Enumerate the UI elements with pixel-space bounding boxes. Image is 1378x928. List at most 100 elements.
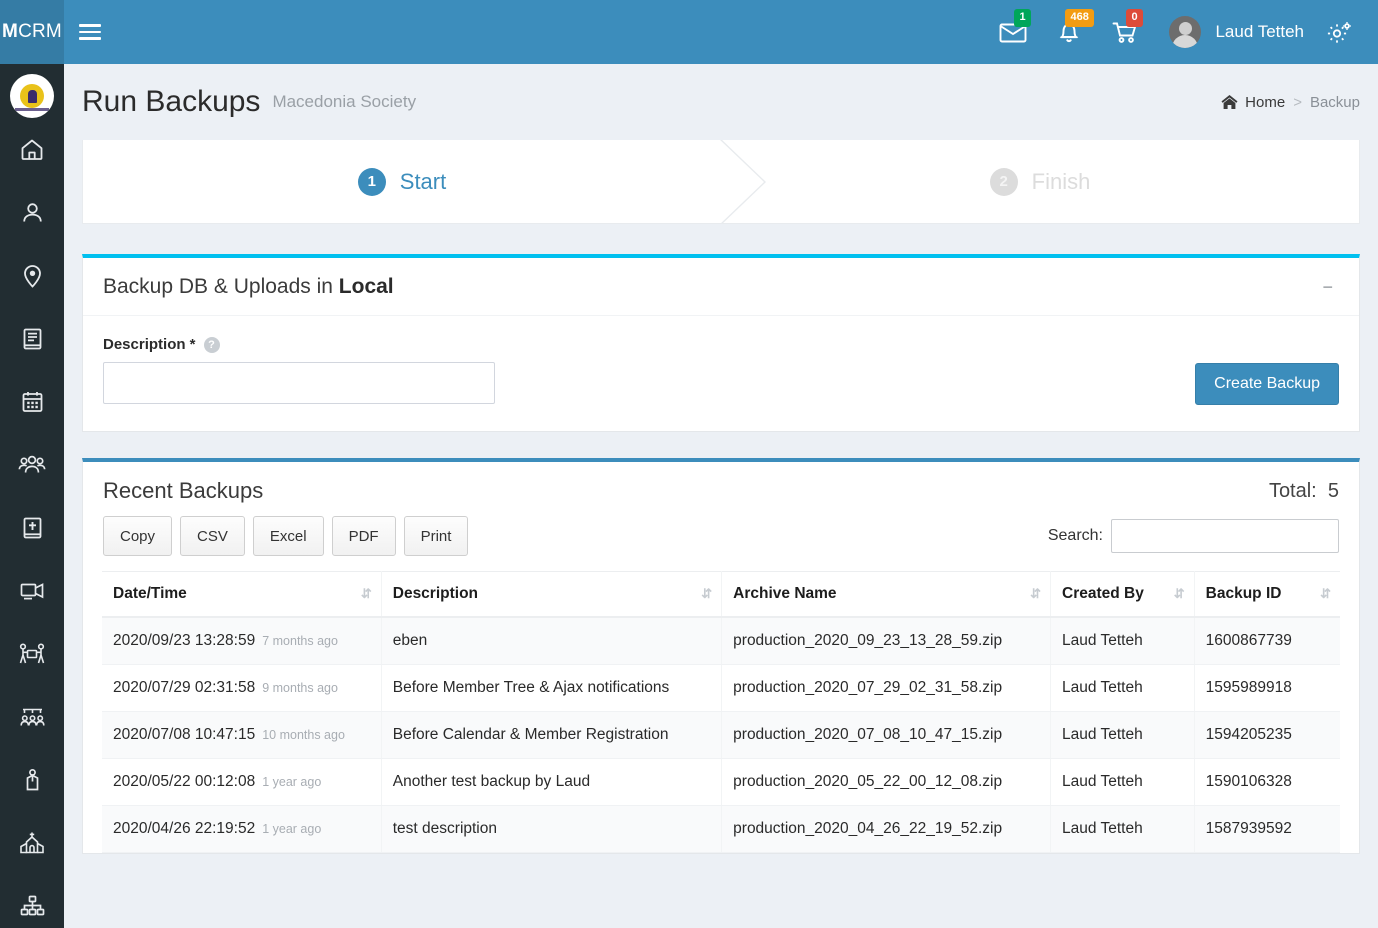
- description-label: Description * ?: [103, 336, 495, 353]
- notifications-badge: 468: [1065, 9, 1094, 27]
- gears-icon: [1327, 22, 1351, 43]
- user-icon: [22, 203, 42, 222]
- pdf-button[interactable]: PDF: [331, 516, 396, 556]
- create-backup-button[interactable]: Create Backup: [1195, 363, 1339, 405]
- description-input[interactable]: [103, 362, 495, 404]
- step-start[interactable]: 1 Start: [83, 140, 721, 223]
- sidebar-item-calendar[interactable]: [0, 370, 64, 433]
- avatar: [1169, 16, 1202, 48]
- cell-archive-name: production_2020_05_22_00_12_08.zip: [721, 758, 1051, 806]
- breadcrumb-home[interactable]: Home: [1245, 94, 1285, 111]
- cell-backup-id: 1587939592: [1194, 805, 1340, 853]
- table-header-row: Date/Time ⇵ Description ⇵ Archive Name ⇵…: [102, 571, 1340, 618]
- backup-panel-body: Description * ? Create Backup: [83, 316, 1359, 431]
- step-finish-number: 2: [989, 167, 1018, 196]
- relative-time: 1 year ago: [262, 775, 322, 789]
- recent-backups-header: Recent Backups Total: 5: [83, 462, 1359, 504]
- settings-button[interactable]: [1316, 0, 1362, 64]
- total-value: 5: [1327, 479, 1339, 502]
- sidebar-item-ministry[interactable]: [0, 748, 64, 811]
- home-icon: [1221, 95, 1238, 109]
- sidebar-item-bible-studies[interactable]: [0, 496, 64, 559]
- table-row[interactable]: 2020/07/08 10:47:15 10 months ago Before C…: [102, 711, 1340, 759]
- cart-badge: 0: [1126, 9, 1143, 27]
- column-header-archive-name[interactable]: Archive Name ⇵: [721, 571, 1051, 618]
- bible-icon: [23, 517, 41, 538]
- wizard-stepper: 1 Start 2 Finish: [82, 140, 1360, 224]
- recent-backups-table: Date/Time ⇵ Description ⇵ Archive Name ⇵…: [102, 571, 1340, 853]
- excel-button[interactable]: Excel: [252, 516, 324, 556]
- sidebar-item-transfers[interactable]: [0, 622, 64, 685]
- cell-backup-id: 1590106328: [1194, 758, 1340, 806]
- recent-backups-panel: Recent Backups Total: 5 Copy CSV Excel P…: [82, 458, 1360, 854]
- cell-datetime: 2020/07/08 10:47:15 10 months ago: [102, 711, 382, 759]
- sidebar-item-congregation[interactable]: [0, 685, 64, 748]
- sidebar-item-locations[interactable]: [0, 244, 64, 307]
- people-group-icon: [18, 455, 46, 473]
- column-header-datetime[interactable]: Date/Time ⇵: [102, 571, 382, 618]
- sidebar-item-groups[interactable]: [0, 433, 64, 496]
- question-mark-icon[interactable]: ?: [203, 336, 220, 353]
- left-sidebar: [0, 64, 64, 928]
- description-label-text: Description *: [103, 336, 196, 353]
- datetime-value: 2020/05/22 00:12:08: [113, 773, 256, 790]
- sidebar-item-home[interactable]: [0, 118, 64, 181]
- home-icon: [21, 139, 43, 160]
- sidebar-item-org-logo[interactable]: [10, 74, 54, 118]
- sidebar-item-hierarchy[interactable]: [0, 874, 64, 928]
- step-start-number: 1: [357, 167, 386, 196]
- sidebar-item-records[interactable]: [0, 307, 64, 370]
- table-body: 2020/09/23 13:28:59 7 months ago eben produ…: [102, 617, 1340, 853]
- handover-icon: [19, 642, 45, 663]
- sort-updown-icon: ⇵: [1030, 586, 1041, 601]
- cell-datetime: 2020/09/23 13:28:59 7 months ago: [102, 617, 382, 665]
- hamburger-menu-icon[interactable]: [64, 0, 116, 64]
- step-finish[interactable]: 2 Finish: [721, 140, 1359, 223]
- notifications-button[interactable]: 468: [1041, 0, 1097, 64]
- congregation-icon: [19, 708, 45, 726]
- table-row[interactable]: 2020/07/29 02:31:58 9 months ago Before Me…: [102, 664, 1340, 712]
- app-logo[interactable]: MCRM: [0, 0, 64, 64]
- sidebar-item-members[interactable]: [0, 181, 64, 244]
- sidebar-item-presentations[interactable]: [0, 559, 64, 622]
- column-header-created-by[interactable]: Created By ⇵: [1050, 571, 1195, 618]
- minus-icon[interactable]: −: [1316, 274, 1339, 300]
- sidebar-item-church[interactable]: [0, 811, 64, 874]
- step-finish-label: Finish: [1031, 168, 1091, 194]
- sort-updown-icon: ⇵: [1320, 586, 1331, 601]
- table-row[interactable]: 2020/04/26 22:19:52 1 year ago test descri…: [102, 805, 1340, 853]
- sort-updown-icon: ⇵: [701, 586, 712, 601]
- relative-time: 10 months ago: [262, 728, 345, 742]
- relative-time: 9 months ago: [262, 681, 338, 695]
- print-button[interactable]: Print: [403, 516, 469, 556]
- page-title: Run Backups: [82, 85, 261, 118]
- search-input[interactable]: [1111, 519, 1339, 553]
- hamburger-bars: [79, 20, 101, 44]
- recent-backups-title: Recent Backups: [103, 478, 264, 503]
- calendar-icon: [22, 392, 42, 412]
- table-row[interactable]: 2020/05/22 00:12:08 1 year ago Another tes…: [102, 758, 1340, 806]
- cell-description: test description: [381, 805, 723, 853]
- cell-description: Before Member Tree & Ajax notifications: [381, 664, 723, 712]
- cell-datetime: 2020/04/26 22:19:52 1 year ago: [102, 805, 382, 853]
- robe-icon: [26, 768, 38, 790]
- description-group: Description * ?: [103, 336, 495, 405]
- datetime-value: 2020/04/26 22:19:52: [113, 820, 256, 837]
- cell-backup-id: 1600867739: [1194, 617, 1340, 665]
- column-header-backup-id[interactable]: Backup ID ⇵: [1194, 571, 1340, 618]
- backup-panel-title-prefix: Backup DB & Uploads in: [103, 274, 339, 298]
- copy-button[interactable]: Copy: [103, 516, 173, 556]
- church-icon: [20, 832, 44, 853]
- user-menu[interactable]: Laud Tetteh: [1153, 0, 1316, 64]
- csv-button[interactable]: CSV: [180, 516, 245, 556]
- table-row[interactable]: 2020/09/23 13:28:59 7 months ago eben produ…: [102, 617, 1340, 665]
- cell-backup-id: 1595989918: [1194, 664, 1340, 712]
- main-content: Run Backups Macedonia Society Home > Bac…: [64, 64, 1378, 928]
- column-header-description[interactable]: Description ⇵: [381, 571, 723, 618]
- search-group: Search:: [1048, 519, 1339, 553]
- cell-created-by: Laud Tetteh: [1050, 617, 1195, 665]
- messages-button[interactable]: 1: [985, 0, 1041, 64]
- cart-button[interactable]: 0: [1097, 0, 1153, 64]
- cell-archive-name: production_2020_04_26_22_19_52.zip: [721, 805, 1051, 853]
- relative-time: 1 year ago: [262, 822, 322, 836]
